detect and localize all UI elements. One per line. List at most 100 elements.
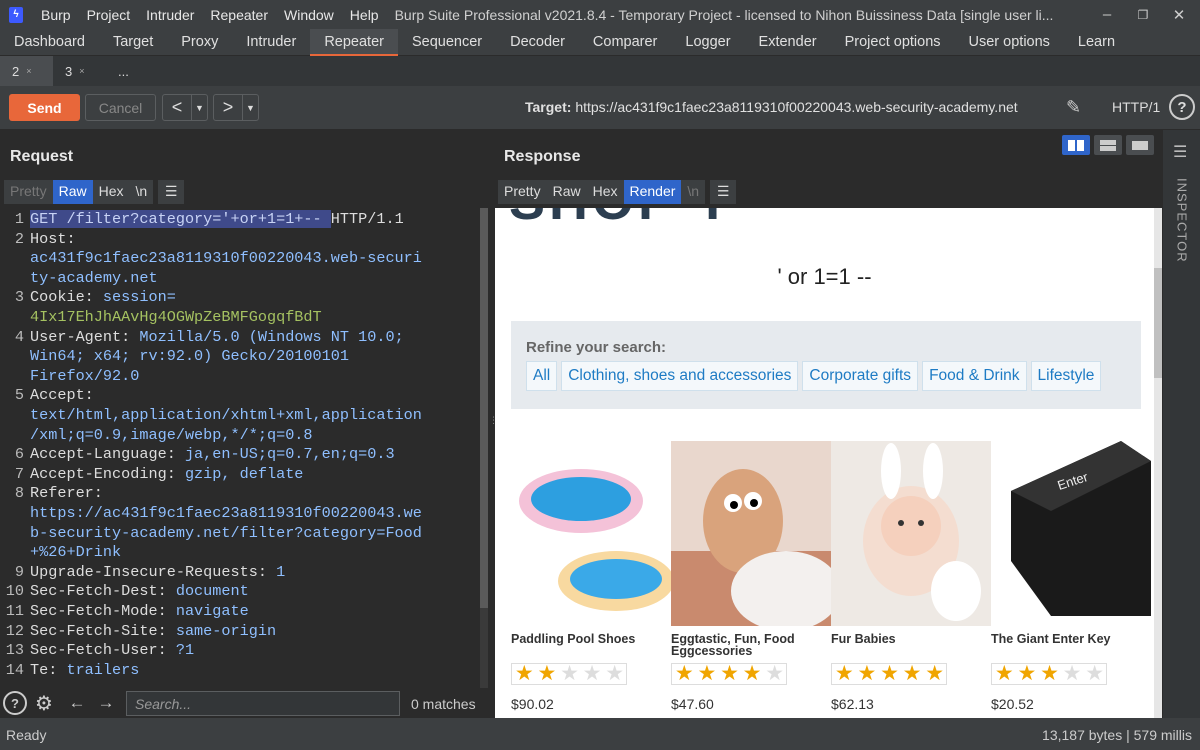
- view-tab-pretty[interactable]: Pretty: [4, 180, 53, 204]
- scrollbar-thumb[interactable]: [480, 208, 488, 608]
- request-editor[interactable]: 1 GET /filter?category='+or+1=1+-- HTTP/1…: [0, 208, 488, 688]
- request-line: Accept-Language: ja,en-US;q=0.7,en;q=0.3: [30, 445, 395, 464]
- tab-logger[interactable]: Logger: [671, 29, 744, 56]
- tab-proxy[interactable]: Proxy: [167, 29, 232, 56]
- menu-repeater[interactable]: Repeater: [202, 7, 276, 23]
- close-tab-icon[interactable]: ×: [79, 66, 84, 76]
- cancel-button[interactable]: Cancel: [85, 94, 156, 121]
- tab-target[interactable]: Target: [99, 29, 167, 56]
- close-tab-icon[interactable]: ×: [26, 66, 31, 76]
- header-value: same-origin: [166, 621, 277, 640]
- settings-gear-icon[interactable]: ⚙: [32, 691, 56, 715]
- layout-top-bottom-icon[interactable]: [1094, 135, 1122, 155]
- star-icon: ★: [697, 662, 717, 685]
- product-name[interactable]: The Giant Enter Key: [991, 633, 1151, 659]
- view-options-menu-icon[interactable]: ☰: [710, 180, 737, 204]
- star-icon: ★: [925, 662, 945, 685]
- back-button[interactable]: < ▼: [162, 94, 208, 121]
- tab-intruder[interactable]: Intruder: [232, 29, 310, 56]
- close-icon[interactable]: ✕: [1161, 0, 1197, 29]
- help-icon[interactable]: ?: [3, 691, 27, 715]
- menu-project[interactable]: Project: [79, 7, 139, 23]
- view-options-menu-icon[interactable]: ☰: [158, 180, 185, 204]
- chevron-left-icon: <: [171, 97, 183, 117]
- help-icon[interactable]: ?: [1169, 94, 1195, 120]
- tab-dashboard[interactable]: Dashboard: [0, 29, 99, 56]
- product-card[interactable]: Eggtastic, Fun, Food Eggcessories ★ ★ ★ ★ ★ $4…: [671, 441, 831, 712]
- header-value: ?1: [166, 641, 195, 660]
- filter-clothing-shoes-and-accessories[interactable]: Clothing, shoes and accessories: [561, 361, 799, 391]
- repeater-toolbar: Send Cancel < ▼ > ▼ Target: https://ac431f…: [0, 86, 1200, 130]
- tab-extender[interactable]: Extender: [745, 29, 831, 56]
- filter-lifestyle[interactable]: Lifestyle: [1030, 361, 1102, 391]
- dropdown-arrow-icon[interactable]: ▼: [191, 95, 207, 120]
- product-card[interactable]: Enter The Giant Enter Key ★ ★ ★ ★ ★ $20.52: [991, 441, 1151, 712]
- view-tab-hex[interactable]: Hex: [586, 180, 624, 204]
- product-image[interactable]: [671, 441, 831, 626]
- http-version-toggle[interactable]: HTTP/1: [1112, 99, 1160, 115]
- tab-repeater[interactable]: Repeater: [310, 29, 398, 56]
- view-tab-raw[interactable]: Raw: [52, 180, 93, 204]
- tab-user-options[interactable]: User options: [955, 29, 1064, 56]
- product-name[interactable]: Fur Babies: [831, 633, 991, 659]
- header-value: ja,en-US;q=0.7,en;q=0.3: [175, 445, 395, 464]
- forward-button[interactable]: > ▼: [213, 94, 259, 121]
- menu-help[interactable]: Help: [342, 7, 387, 23]
- inspector-menu-icon[interactable]: ☰: [1173, 142, 1187, 162]
- line-number: 6: [14, 445, 24, 464]
- view-tab-pretty[interactable]: Pretty: [498, 180, 547, 204]
- view-tab-n[interactable]: \n: [129, 180, 154, 204]
- view-tab-raw[interactable]: Raw: [546, 180, 587, 204]
- product-card[interactable]: Fur Babies ★ ★ ★ ★ ★ $62.13: [831, 441, 991, 712]
- product-name[interactable]: Eggtastic, Fun, Food Eggcessories: [671, 633, 831, 659]
- restore-icon[interactable]: ❐: [1125, 0, 1161, 29]
- request-line: Te: trailers: [30, 660, 140, 679]
- filter-all[interactable]: All: [526, 361, 558, 391]
- request-scrollbar[interactable]: [480, 208, 488, 688]
- product-card[interactable]: Paddling Pool Shoes ★ ★ ★ ★ ★ $90.02: [511, 441, 671, 712]
- minimize-icon[interactable]: –: [1089, 0, 1125, 29]
- dropdown-arrow-icon[interactable]: ▼: [242, 95, 258, 120]
- response-title: Response: [504, 148, 581, 165]
- arrow-right-icon[interactable]: →: [94, 691, 118, 715]
- repeater-tab-label: 3: [65, 63, 73, 79]
- filter-corporate-gifts[interactable]: Corporate gifts: [802, 361, 919, 391]
- repeater-tab-2[interactable]: 3 ×: [53, 56, 106, 86]
- product-image[interactable]: [831, 441, 991, 626]
- layout-side-by-side-icon[interactable]: [1062, 135, 1090, 155]
- category-filters: All Clothing, shoes and accessories Corpor…: [526, 361, 1102, 391]
- view-tab-hex[interactable]: Hex: [92, 180, 130, 204]
- menu-window[interactable]: Window: [276, 7, 342, 23]
- menu-bar: Burp Project Intruder Repeater Window Help: [33, 7, 387, 23]
- line-number: 7: [14, 464, 24, 483]
- tab-decoder[interactable]: Decoder: [496, 29, 579, 56]
- edit-target-pencil-icon[interactable]: ✎: [1066, 97, 1081, 118]
- view-tab-render[interactable]: Render: [623, 180, 682, 204]
- request-line: text/html,application/xhtml+xml,applicat…: [30, 406, 422, 424]
- repeater-tab-3[interactable]: ...: [106, 56, 159, 86]
- tab-project-options[interactable]: Project options: [831, 29, 955, 56]
- product-name[interactable]: Paddling Pool Shoes: [511, 633, 671, 659]
- tab-sequencer[interactable]: Sequencer: [398, 29, 496, 56]
- response-scrollbar[interactable]: [1154, 208, 1162, 718]
- selected-request-line: GET /filter?category='+or+1=1+--: [30, 210, 331, 228]
- target-url: https://ac431f9c1faec23a8119310f00220043…: [575, 99, 1018, 115]
- menu-burp[interactable]: Burp: [33, 7, 79, 23]
- view-tab-n[interactable]: \n: [681, 180, 706, 204]
- inspector-label[interactable]: INSPECTOR: [1163, 178, 1200, 263]
- repeater-tab-1[interactable]: 2 ×: [0, 56, 53, 86]
- status-bar: Ready 13,187 bytes | 579 millis: [0, 718, 1200, 750]
- search-input[interactable]: [126, 691, 400, 716]
- menu-intruder[interactable]: Intruder: [138, 7, 202, 23]
- filter-food-drink[interactable]: Food & Drink: [922, 361, 1027, 391]
- inspector-sidebar[interactable]: ☰ INSPECTOR: [1162, 130, 1200, 718]
- scrollbar-thumb[interactable]: [1154, 268, 1162, 378]
- layout-tabs-icon[interactable]: [1126, 135, 1154, 155]
- arrow-left-icon[interactable]: ←: [65, 691, 89, 715]
- send-button[interactable]: Send: [9, 94, 80, 121]
- product-image[interactable]: Enter: [991, 441, 1151, 626]
- star-icon: ★: [560, 662, 579, 685]
- tab-learn[interactable]: Learn: [1064, 29, 1129, 56]
- product-image[interactable]: [511, 441, 671, 626]
- tab-comparer[interactable]: Comparer: [579, 29, 671, 56]
